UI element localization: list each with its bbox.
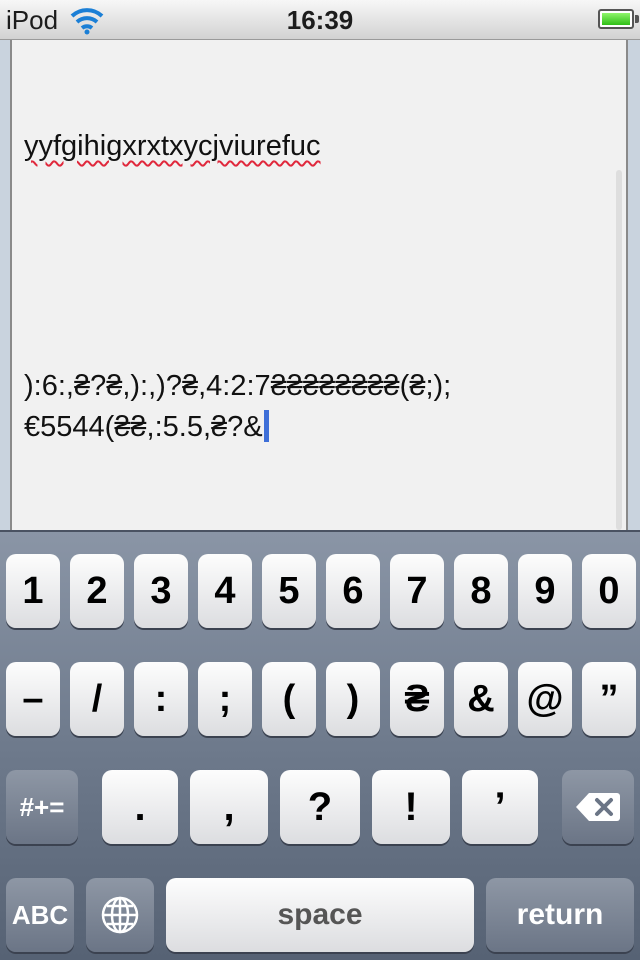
editor-line-1: yyfgihigxrxtxycjviurefuc [24,130,321,162]
more-symbols-key[interactable]: #+= [6,770,78,844]
key-9[interactable]: 9 [518,554,572,628]
status-bar: iPod 16:39 [0,0,640,40]
key-comma[interactable]: , [190,770,268,844]
globe-icon [101,896,139,934]
key-colon[interactable]: : [134,662,188,736]
battery-fill [602,13,630,25]
editor-line-3: €5544(₴₴,:5.5,₴?& [24,410,269,444]
scroll-indicator[interactable] [616,170,622,530]
key-semicolon[interactable]: ; [198,662,252,736]
text-caret [263,410,269,442]
key-3[interactable]: 3 [134,554,188,628]
delete-icon [576,793,620,821]
abc-key[interactable]: ABC [6,878,74,952]
return-key[interactable]: return [486,878,634,952]
key-close-paren[interactable]: ) [326,662,380,736]
key-5[interactable]: 5 [262,554,316,628]
keyboard: 1 2 3 4 5 6 7 8 9 0 – / : ; ( ) ₴ & @ ” … [0,530,640,960]
key-dash[interactable]: – [6,662,60,736]
globe-key[interactable] [86,878,154,952]
key-open-paren[interactable]: ( [262,662,316,736]
delete-key[interactable] [562,770,634,844]
space-key[interactable]: space [166,878,474,952]
key-slash[interactable]: / [70,662,124,736]
editor-frame: yyfgihigxrxtxycjviurefuc ):6:,₴?₴,):,)?₴… [0,40,640,530]
key-quote[interactable]: ” [582,662,636,736]
key-hryvnia[interactable]: ₴ [390,662,444,736]
battery-icon [598,9,639,29]
key-apostrophe[interactable]: ’ [462,770,538,844]
key-exclamation[interactable]: ! [372,770,450,844]
key-period[interactable]: . [102,770,178,844]
key-4[interactable]: 4 [198,554,252,628]
key-2[interactable]: 2 [70,554,124,628]
key-6[interactable]: 6 [326,554,380,628]
key-7[interactable]: 7 [390,554,444,628]
key-question[interactable]: ? [280,770,360,844]
key-1[interactable]: 1 [6,554,60,628]
key-8[interactable]: 8 [454,554,508,628]
editor-line-3-text: €5544(₴₴,:5.5,₴?& [24,411,263,443]
text-editor[interactable]: yyfgihigxrxtxycjviurefuc ):6:,₴?₴,):,)?₴… [10,40,628,530]
battery-tip [635,15,639,23]
key-0[interactable]: 0 [582,554,636,628]
editor-line-2: ):6:,₴?₴,):,)?₴,4:2:7₴₴₴₴₴₴₴₴(₴;); [24,370,452,402]
key-ampersand[interactable]: & [454,662,508,736]
key-at[interactable]: @ [518,662,572,736]
clock: 16:39 [286,5,354,35]
